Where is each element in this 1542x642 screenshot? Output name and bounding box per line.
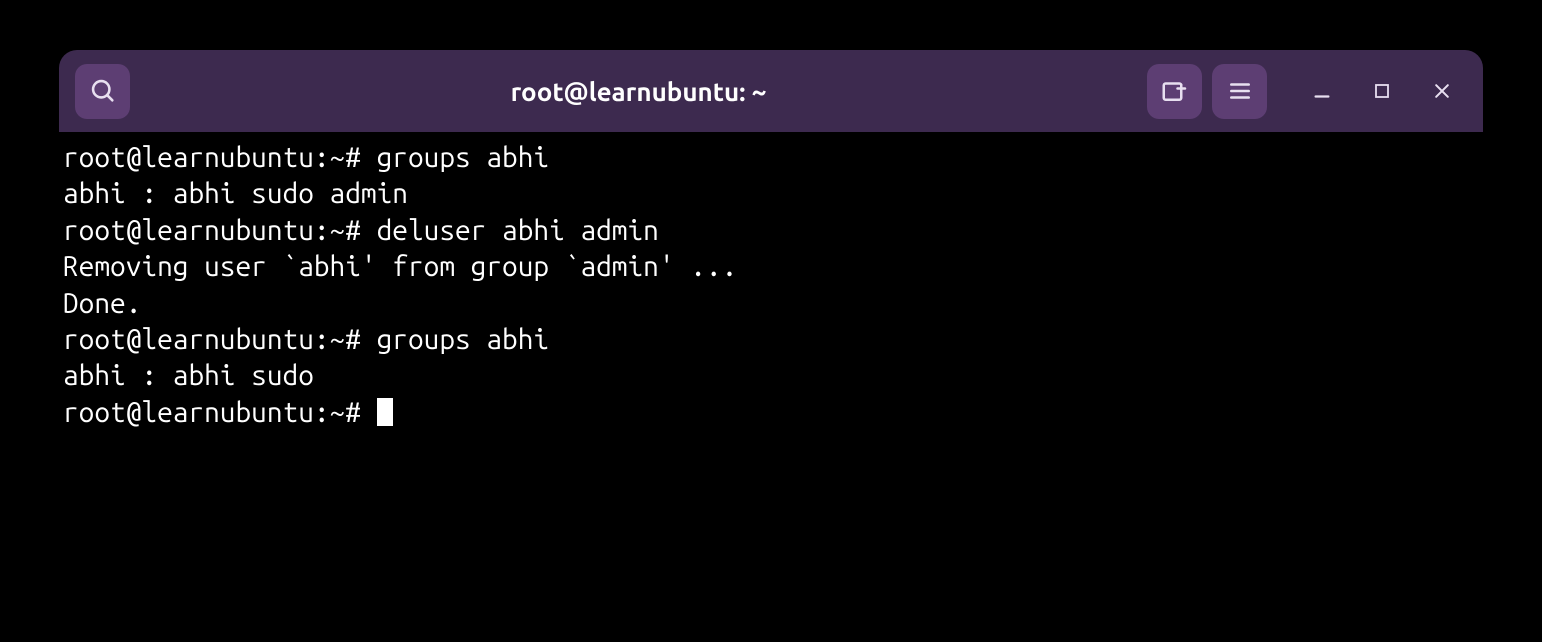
new-tab-icon xyxy=(1160,76,1190,106)
close-button[interactable] xyxy=(1417,66,1467,116)
titlebar-left xyxy=(75,64,130,119)
terminal-line: root@learnubuntu:~# groups abhi xyxy=(63,140,1479,176)
window-title: root@learnubuntu: ~ xyxy=(511,77,767,106)
cursor xyxy=(377,398,393,426)
new-tab-button[interactable] xyxy=(1147,64,1202,119)
terminal-prompt-line: root@learnubuntu:~# xyxy=(63,395,1479,431)
search-button[interactable] xyxy=(75,64,130,119)
terminal-body[interactable]: root@learnubuntu:~# groups abhi abhi : a… xyxy=(59,132,1483,592)
titlebar-center: root@learnubuntu: ~ xyxy=(130,77,1147,106)
terminal-line: Removing user `abhi' from group `admin' … xyxy=(63,249,1479,285)
terminal-line: Done. xyxy=(63,286,1479,322)
terminal-line: abhi : abhi sudo xyxy=(63,358,1479,394)
terminal-window: root@learnubuntu: ~ xyxy=(59,50,1483,592)
titlebar: root@learnubuntu: ~ xyxy=(59,50,1483,132)
titlebar-right xyxy=(1147,64,1467,119)
close-icon xyxy=(1432,81,1452,101)
terminal-prompt: root@learnubuntu:~# xyxy=(63,397,377,428)
menu-button[interactable] xyxy=(1212,64,1267,119)
terminal-line: root@learnubuntu:~# groups abhi xyxy=(63,322,1479,358)
terminal-line: abhi : abhi sudo admin xyxy=(63,176,1479,212)
maximize-icon xyxy=(1373,82,1391,100)
maximize-button[interactable] xyxy=(1357,66,1407,116)
terminal-line: root@learnubuntu:~# deluser abhi admin xyxy=(63,213,1479,249)
hamburger-icon xyxy=(1227,78,1253,104)
minimize-icon xyxy=(1311,80,1333,102)
minimize-button[interactable] xyxy=(1297,66,1347,116)
search-icon xyxy=(89,77,117,105)
